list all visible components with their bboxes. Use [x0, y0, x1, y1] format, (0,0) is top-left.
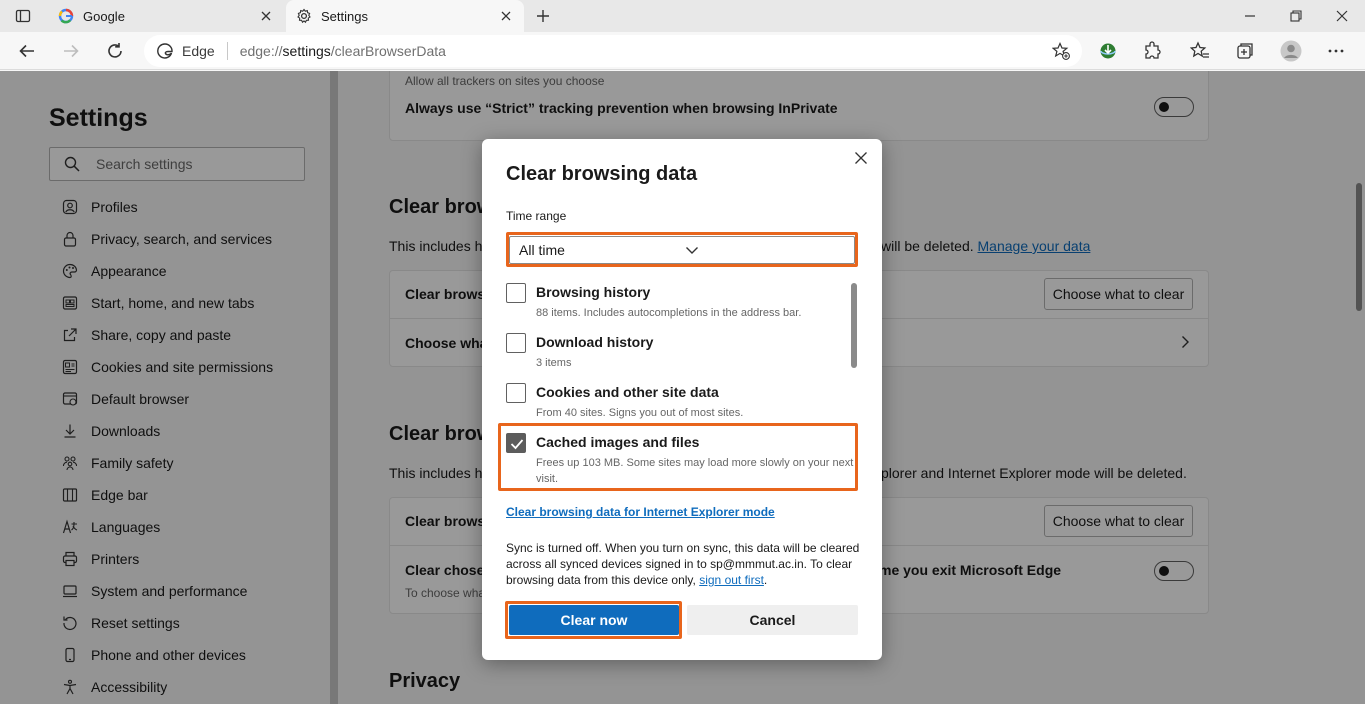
gear-icon [296, 8, 312, 24]
cached-images-checkbox[interactable] [506, 433, 526, 453]
edge-logo-icon [156, 42, 174, 60]
close-window-icon[interactable] [1330, 6, 1354, 26]
close-icon[interactable] [852, 149, 870, 167]
extension-download-icon[interactable] [1098, 41, 1118, 61]
tab-strip: Google Settings [0, 0, 1365, 32]
close-icon[interactable] [258, 8, 274, 24]
time-range-label: Time range [506, 209, 567, 223]
list-item-browsing-history[interactable]: Browsing history 88 items. Includes auto… [506, 277, 846, 327]
chevron-down-icon [685, 243, 842, 257]
checkmark-icon [510, 439, 524, 450]
forward-icon[interactable] [60, 40, 82, 62]
tab-settings[interactable]: Settings [286, 0, 524, 32]
tab-google[interactable]: Google [48, 0, 284, 32]
more-options-icon[interactable] [1326, 41, 1346, 61]
item-sub: 3 items [536, 357, 572, 369]
refresh-icon[interactable] [104, 40, 126, 62]
item-title: Browsing history [536, 284, 651, 300]
browsing-history-checkbox[interactable] [506, 283, 526, 303]
back-icon[interactable] [16, 40, 38, 62]
list-scrollbar[interactable] [851, 283, 857, 368]
site-label: Edge [182, 43, 215, 59]
time-range-value: All time [519, 242, 565, 258]
favorites-icon[interactable] [1190, 41, 1210, 61]
list-item-cached-images[interactable]: Cached images and files Frees up 103 MB.… [506, 427, 853, 493]
tab-actions-icon[interactable] [8, 5, 38, 27]
clear-browsing-data-dialog: Clear browsing data Time range All time … [482, 139, 882, 660]
restore-icon[interactable] [1284, 6, 1308, 26]
item-title: Cookies and other site data [536, 384, 719, 400]
clear-now-button[interactable]: Clear now [509, 605, 679, 635]
item-sub: From 40 sites. Signs you out of most sit… [536, 407, 744, 419]
cancel-button[interactable]: Cancel [687, 605, 858, 635]
clear-ie-data-link[interactable]: Clear browsing data for Internet Explore… [506, 505, 775, 519]
url-text: edge://settings/clearBrowserData [239, 43, 446, 59]
address-bar[interactable]: Edge edge://settings/clearBrowserData [144, 35, 1082, 67]
dialog-title: Clear browsing data [506, 163, 698, 185]
list-item-download-history[interactable]: Download history 3 items [506, 327, 846, 377]
tab-title: Google [83, 8, 125, 24]
item-title: Download history [536, 334, 654, 350]
cookies-checkbox[interactable] [506, 383, 526, 403]
sync-info-text: Sync is turned off. When you turn on syn… [506, 541, 860, 587]
collections-icon[interactable] [1235, 41, 1255, 61]
toolbar: Edge edge://settings/clearBrowserData [0, 32, 1365, 70]
google-icon [58, 8, 74, 24]
add-favorite-icon[interactable] [1052, 42, 1070, 60]
list-item-cookies[interactable]: Cookies and other site data From 40 site… [506, 377, 846, 427]
item-title: Cached images and files [536, 434, 700, 450]
new-tab-icon[interactable] [532, 6, 554, 26]
extensions-icon[interactable] [1142, 41, 1162, 61]
tab-title: Settings [321, 8, 368, 24]
time-range-select[interactable]: All time [509, 236, 855, 264]
close-icon[interactable] [498, 8, 514, 24]
item-sub: Frees up 103 MB. Some sites may load mor… [536, 457, 854, 485]
profile-avatar-icon[interactable] [1280, 40, 1302, 62]
address-divider [226, 42, 228, 60]
sign-out-link[interactable]: sign out first [699, 573, 764, 587]
download-history-checkbox[interactable] [506, 333, 526, 353]
item-sub: 88 items. Includes autocompletions in th… [536, 307, 802, 319]
minimize-icon[interactable] [1238, 6, 1262, 26]
